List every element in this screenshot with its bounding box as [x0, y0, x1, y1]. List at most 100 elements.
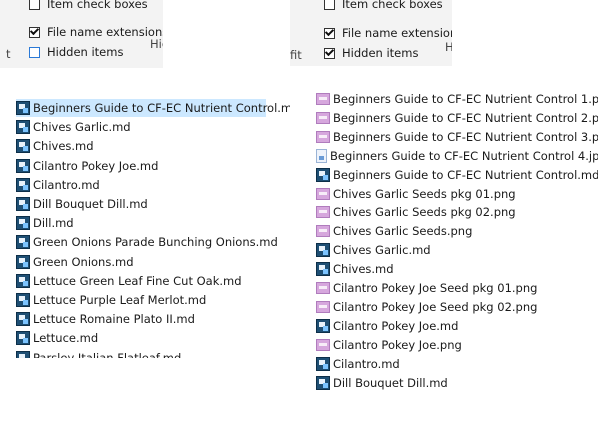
png-image-file-icon — [316, 282, 330, 294]
right-view-options-ribbon: Item check boxes File name extensions Hi… — [290, 0, 452, 66]
file-name-label: Cilantro Pokey Joe.md — [333, 318, 459, 333]
file-list-item[interactable]: Green Onions.md — [16, 253, 266, 271]
png-image-file-icon — [316, 338, 330, 351]
hidden-items-checkbox[interactable] — [29, 46, 40, 58]
markdown-file-icon — [316, 318, 330, 333]
jpg-image-file-icon — [316, 148, 327, 163]
file-list-item[interactable]: Cilantro.md — [16, 176, 266, 194]
item-check-boxes-option[interactable]: Item check boxes — [324, 0, 443, 11]
file-name-label: Chives Garlic Seeds pkg 01.png — [333, 186, 516, 201]
file-list-item[interactable]: Chives Garlic Seeds pkg 01.png — [316, 185, 591, 203]
file-name-label: Lettuce Romaine Plato II.md — [33, 312, 195, 327]
file-list-item[interactable]: Dill Bouquet Dill.md — [316, 374, 591, 392]
file-list-item[interactable]: Lettuce Green Leaf Fine Cut Oak.md — [16, 272, 266, 290]
item-check-boxes-checkbox[interactable] — [29, 0, 40, 10]
file-list-item[interactable]: Beginners Guide to CF-EC Nutrient Contro… — [16, 99, 290, 117]
png-image-file-icon — [316, 225, 330, 238]
file-list-item[interactable]: Chives Garlic.md — [16, 118, 266, 136]
file-name-label: Beginners Guide to CF-EC Nutrient Contro… — [33, 101, 290, 115]
file-list-item[interactable]: Chives Garlic Seeds pkg 02.png — [316, 203, 591, 221]
file-list-item[interactable]: Parsley Italian Flatleaf.md — [16, 349, 266, 358]
file-name-label: Cilantro Pokey Joe.md — [33, 158, 159, 173]
hidden-items-label: Hidden items — [47, 45, 124, 59]
file-name-label: Beginners Guide to CF-EC Nutrient Contro… — [333, 167, 598, 182]
file-name-label: Beginners Guide to CF-EC Nutrient Contro… — [333, 129, 598, 144]
markdown-file-icon — [316, 262, 330, 277]
ribbon-cut-label-right: H — [445, 40, 452, 54]
markdown-file-icon — [16, 101, 30, 115]
file-list-item[interactable]: Beginners Guide to CF-EC Nutrient Contro… — [316, 109, 598, 127]
file-list-item[interactable]: Dill Bouquet Dill.md — [16, 195, 266, 213]
file-name-label: Cilantro.md — [333, 356, 400, 371]
file-name-label: Chives Garlic.md — [333, 243, 431, 258]
file-list-item[interactable]: Chives Garlic.md — [316, 241, 591, 259]
right-file-list-panel: Beginners Guide to CF-EC Nutrient Contro… — [305, 88, 598, 400]
ribbon-cut-label-right: Hic — [150, 37, 163, 51]
file-list-item[interactable]: Cilantro.md — [316, 355, 591, 373]
file-list-item[interactable]: Beginners Guide to CF-EC Nutrient Contro… — [316, 90, 598, 108]
file-name-extensions-label: File name extensions — [47, 25, 163, 39]
markdown-file-icon — [16, 120, 30, 135]
png-image-file-icon — [316, 300, 330, 313]
file-name-extensions-checkbox[interactable] — [29, 26, 40, 38]
hidden-items-label: Hidden items — [342, 46, 419, 60]
file-list-item[interactable]: Lettuce Romaine Plato II.md — [16, 310, 266, 328]
file-name-label: Chives Garlic Seeds pkg 02.png — [333, 205, 516, 220]
file-name-label: Chives Garlic Seeds.png — [333, 224, 473, 239]
markdown-file-icon — [16, 158, 30, 173]
hidden-items-option[interactable]: Hidden items — [29, 45, 123, 59]
markdown-file-icon — [16, 293, 30, 307]
markdown-file-icon — [16, 235, 30, 250]
file-list-item[interactable]: Beginners Guide to CF-EC Nutrient Contro… — [316, 166, 598, 184]
file-name-label: Green Onions Parade Bunching Onions.md — [33, 235, 278, 250]
markdown-file-icon — [16, 350, 30, 358]
file-list-item[interactable]: Chives.md — [16, 137, 266, 155]
item-check-boxes-option[interactable]: Item check boxes — [29, 0, 148, 11]
markdown-file-icon — [16, 254, 30, 269]
file-list-item[interactable]: Cilantro Pokey Joe Seed pkg 01.png — [316, 279, 591, 297]
file-name-label: Parsley Italian Flatleaf.md — [33, 350, 182, 358]
file-name-extensions-option[interactable]: File name extensions — [29, 25, 163, 39]
file-list-item[interactable]: Cilantro Pokey Joe.png — [316, 336, 591, 354]
file-list-item[interactable]: Beginners Guide to CF-EC Nutrient Contro… — [316, 147, 598, 165]
png-image-file-icon — [316, 206, 330, 219]
file-list-item[interactable]: Green Onions Parade Bunching Onions.md — [16, 233, 278, 251]
file-name-label: Dill Bouquet Dill.md — [333, 375, 448, 390]
file-list-item[interactable]: Lettuce Purple Leaf Merlot.md — [16, 291, 266, 309]
file-list-item[interactable]: Lettuce.md — [16, 329, 266, 347]
file-name-label: Cilantro Pokey Joe Seed pkg 01.png — [333, 281, 538, 295]
file-list-item[interactable]: Cilantro Pokey Joe Seed pkg 02.png — [316, 298, 591, 316]
file-name-label: Chives Garlic.md — [33, 120, 131, 135]
file-list-item[interactable]: Chives Garlic Seeds.png — [316, 222, 591, 240]
markdown-file-icon — [16, 216, 30, 231]
hidden-items-option[interactable]: Hidden items — [324, 46, 418, 60]
file-list-item[interactable]: Beginners Guide to CF-EC Nutrient Contro… — [316, 128, 598, 146]
png-image-file-icon — [316, 93, 330, 105]
markdown-file-icon — [316, 167, 330, 182]
file-list-item[interactable]: Cilantro Pokey Joe.md — [316, 317, 591, 335]
markdown-file-icon — [16, 312, 30, 327]
file-name-label: Lettuce Purple Leaf Merlot.md — [33, 293, 207, 307]
file-name-extensions-option[interactable]: File name extensions — [324, 26, 452, 40]
markdown-file-icon — [16, 197, 30, 211]
file-list-item[interactable]: Dill.md — [16, 214, 266, 232]
file-name-label: Lettuce.md — [33, 331, 99, 346]
file-list-item[interactable]: Chives.md — [316, 260, 591, 278]
item-check-boxes-checkbox[interactable] — [324, 0, 335, 10]
file-name-label: Cilantro Pokey Joe Seed pkg 02.png — [333, 299, 538, 314]
file-name-label: Beginners Guide to CF-EC Nutrient Contro… — [330, 148, 598, 163]
markdown-file-icon — [16, 139, 30, 154]
markdown-file-icon — [16, 177, 30, 192]
markdown-file-icon — [316, 356, 330, 371]
png-image-file-icon — [316, 111, 330, 124]
file-name-label: Beginners Guide to CF-EC Nutrient Contro… — [333, 110, 598, 125]
file-name-extensions-checkbox[interactable] — [324, 27, 335, 39]
png-image-file-icon — [316, 187, 330, 200]
file-name-label: Chives.md — [333, 262, 394, 277]
ribbon-cut-label-left: fit — [290, 48, 302, 62]
file-list-item[interactable]: Cilantro Pokey Joe.md — [16, 157, 266, 175]
markdown-file-icon — [316, 243, 330, 258]
markdown-file-icon — [16, 331, 30, 346]
file-name-label: Lettuce Green Leaf Fine Cut Oak.md — [33, 273, 242, 288]
hidden-items-checkbox[interactable] — [324, 47, 335, 59]
